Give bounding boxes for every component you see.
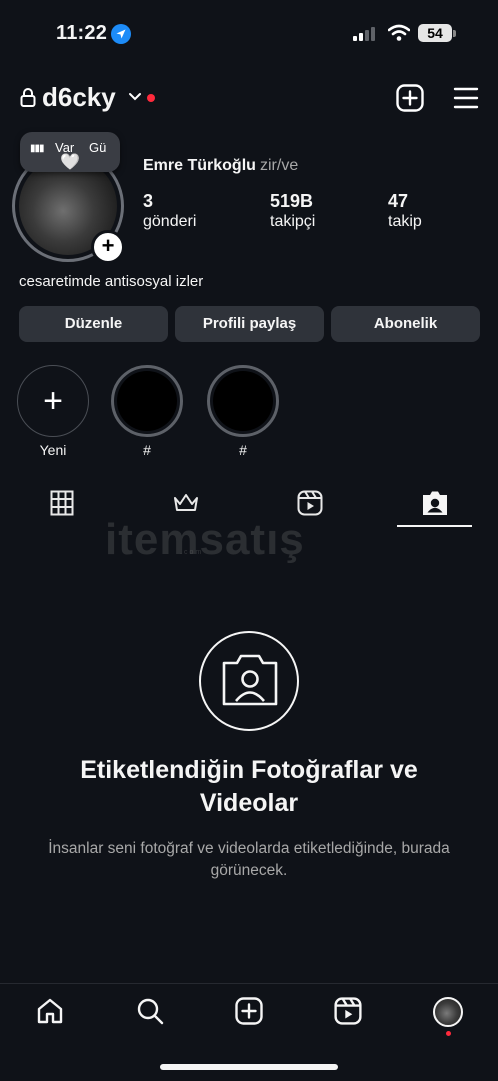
tagged-photos-icon [222, 654, 278, 706]
create-icon[interactable] [235, 997, 263, 1025]
add-story-button[interactable]: + [91, 230, 125, 264]
display-name: Emre Türkoğlu [143, 157, 256, 174]
following-label[interactable]: takip [388, 213, 422, 231]
wifi-icon [388, 24, 410, 41]
chevron-down-icon[interactable] [128, 92, 142, 102]
share-profile-button[interactable]: Profili paylaş [175, 306, 324, 342]
empty-state-description: İnsanlar seni fotoğraf ve videolarda eti… [48, 840, 450, 879]
home-indicator[interactable] [160, 1064, 338, 1070]
pronouns: zir/ve [260, 157, 299, 174]
watermark-domain: .com [180, 549, 204, 556]
highlight-label: # [143, 442, 151, 458]
followers-label[interactable]: takipçi [270, 213, 315, 231]
battery-indicator: 54 [418, 24, 452, 42]
create-post-icon[interactable] [396, 84, 424, 112]
heart-icon: 🤍 [60, 154, 80, 171]
posts-label[interactable]: gönderi [143, 213, 196, 231]
subscription-button[interactable]: Abonelik [331, 306, 480, 342]
profile-notification-dot [446, 1031, 451, 1036]
status-time: 11:22 [56, 22, 108, 44]
active-tab-indicator [397, 525, 472, 527]
edit-profile-button[interactable]: Düzenle [19, 306, 168, 342]
highlight-item[interactable] [111, 365, 183, 437]
highlight-item[interactable] [207, 365, 279, 437]
followers-count[interactable]: 519B [270, 191, 313, 212]
highlight-label-new: Yeni [39, 442, 67, 458]
highlight-label: # [239, 442, 247, 458]
highlight-cover [213, 371, 273, 431]
grid-icon[interactable] [50, 490, 74, 516]
cellular-signal-icon [353, 27, 375, 41]
hamburger-menu-icon[interactable] [453, 87, 479, 109]
profile-bio: cesaretimde antisosyal izler [19, 273, 204, 290]
plus-icon: + [43, 382, 63, 420]
posts-count[interactable]: 3 [143, 191, 153, 212]
search-icon[interactable] [136, 997, 164, 1025]
following-count[interactable]: 47 [388, 191, 408, 212]
location-arrow-icon [111, 24, 131, 44]
home-icon[interactable] [36, 997, 64, 1025]
notification-dot [147, 94, 155, 102]
note-text-part-2: Gü [89, 140, 107, 155]
lock-icon [20, 88, 36, 107]
battery-tip [453, 30, 456, 37]
crown-icon[interactable] [172, 490, 200, 514]
highlight-cover [117, 371, 177, 431]
reels-icon[interactable] [297, 490, 323, 516]
empty-state-title: Etiketlendiğin Fotoğraflar ve Videolar [80, 756, 418, 817]
reels-nav-icon[interactable] [334, 997, 362, 1025]
profile-nav-avatar[interactable] [433, 997, 463, 1027]
profile-username[interactable]: d6cky [42, 82, 116, 113]
watermark-logo: itemsatış [105, 515, 305, 564]
music-bars-icon: ▮▮▮ [30, 143, 44, 154]
tagged-icon[interactable] [422, 490, 448, 516]
